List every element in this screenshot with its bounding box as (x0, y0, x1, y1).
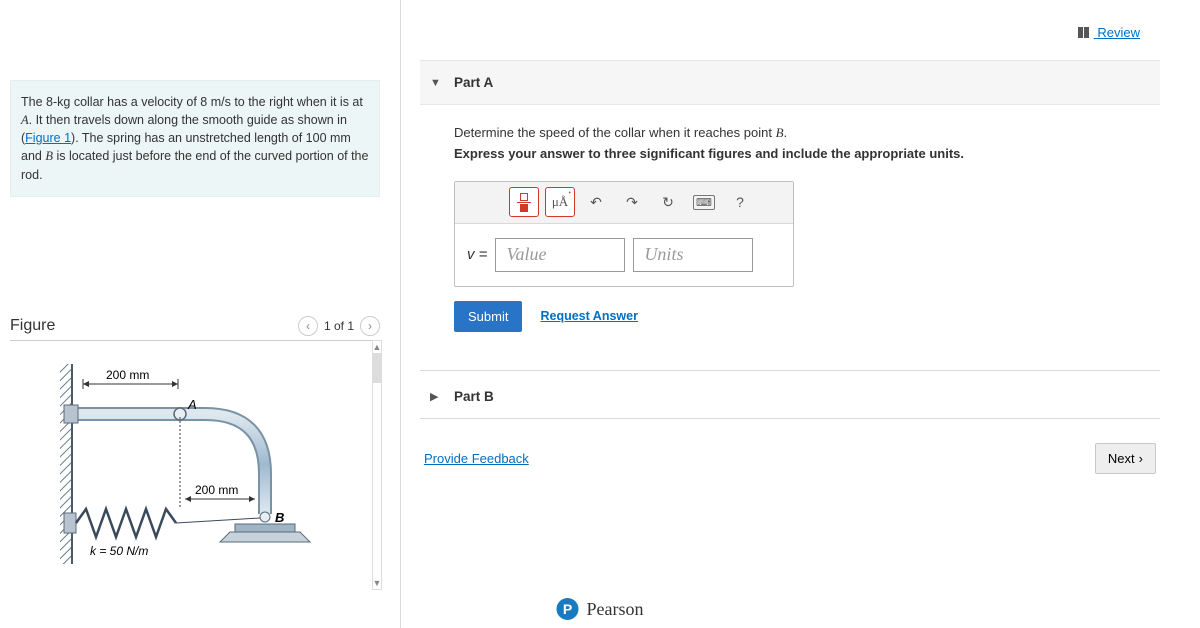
review-link[interactable]: Review (1078, 25, 1140, 40)
pearson-logo: P Pearson (557, 598, 644, 620)
provide-feedback-link[interactable]: Provide Feedback (424, 451, 529, 466)
svg-text:B: B (275, 510, 284, 525)
submit-button[interactable]: Submit (454, 301, 522, 332)
part-a-title: Part A (454, 75, 493, 90)
figure-prev-button[interactable]: ‹ (298, 316, 318, 336)
svg-text:A: A (187, 397, 197, 412)
figure-scrollbar[interactable]: ▲ ▼ (372, 340, 382, 590)
pearson-p-icon: P (557, 598, 579, 620)
svg-text:200 mm: 200 mm (106, 368, 149, 382)
svg-text:200 mm: 200 mm (195, 483, 238, 497)
part-a-header[interactable]: ▼ Part A (420, 60, 1160, 105)
reset-button[interactable]: ↻ (653, 187, 683, 217)
chevron-right-icon: › (1139, 451, 1143, 466)
vertical-divider (400, 0, 401, 628)
scroll-down-icon[interactable]: ▼ (373, 577, 381, 589)
figure-image: A B k = 50 N/m 200 mm (10, 341, 380, 572)
figure-next-button[interactable]: › (360, 316, 380, 336)
units-button[interactable]: μÅ • (545, 187, 575, 217)
variable-label: v = (467, 246, 487, 263)
redo-button[interactable]: ↷ (617, 187, 647, 217)
figure-counter: 1 of 1 (324, 319, 354, 333)
svg-text:k = 50 N/m: k = 50 N/m (90, 544, 148, 558)
expand-icon: ▶ (430, 390, 444, 403)
undo-button[interactable]: ↶ (581, 187, 611, 217)
scroll-up-icon[interactable]: ▲ (373, 341, 381, 353)
problem-statement: The 8-kg collar has a velocity of 8 m/s … (10, 80, 380, 197)
scroll-thumb[interactable] (373, 353, 381, 383)
answer-area: μÅ • ↶ ↷ ↻ ⌨ ? v = Value Units (454, 181, 794, 287)
flag-icon (1078, 26, 1090, 41)
next-button[interactable]: Next › (1095, 443, 1156, 474)
figure-title: Figure (10, 317, 55, 335)
value-input[interactable]: Value (495, 238, 625, 272)
part-b-title: Part B (454, 389, 494, 404)
request-answer-link[interactable]: Request Answer (540, 309, 637, 323)
part-b-header[interactable]: ▶ Part B (420, 371, 1160, 418)
collapse-icon: ▼ (430, 77, 444, 89)
units-input[interactable]: Units (633, 238, 753, 272)
part-a-instructions: Determine the speed of the collar when i… (454, 123, 1126, 165)
help-button[interactable]: ? (725, 187, 755, 217)
review-label: Review (1097, 25, 1140, 40)
templates-button[interactable] (509, 187, 539, 217)
keyboard-button[interactable]: ⌨ (689, 187, 719, 217)
figure-link[interactable]: Figure 1 (25, 131, 71, 145)
